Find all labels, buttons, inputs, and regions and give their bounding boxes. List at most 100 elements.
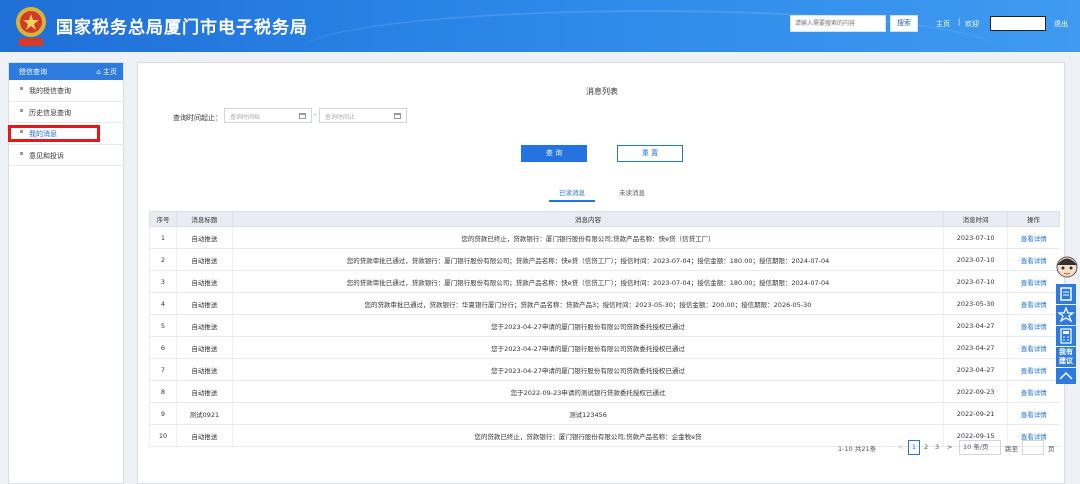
cell-time: 2023-04-27	[943, 336, 1008, 359]
red-highlight-box	[8, 125, 100, 142]
pagination-summary: 1-10 共21条	[838, 445, 877, 453]
page-size-value: 10 条/页	[963, 443, 989, 451]
calendar-icon	[299, 113, 306, 119]
sidebar-header: 授信查询 ⌂ 主页	[9, 63, 123, 80]
cell-title: 自动推送	[175, 292, 233, 315]
page-1-button[interactable]: 1	[908, 440, 920, 455]
tax-emblem-icon	[16, 7, 46, 46]
message-table: 序号 消息标题 消息内容 消息时间 操作 1 自动推送 您的贷款已终止，贷款银行：厦…	[149, 211, 1060, 447]
table-header-row: 序号 消息标题 消息内容 消息时间 操作	[149, 211, 1060, 227]
query-button[interactable]: 查 询	[521, 145, 587, 162]
sidebar-item-history[interactable]: 历史信息查询	[9, 102, 123, 123]
view-details-link[interactable]: 查看详情	[1007, 336, 1060, 359]
sidebar-item-feedback[interactable]: 意见和投诉	[9, 145, 123, 166]
top-header: 国家税务总局厦门市电子税务局 搜索 主页 | 欢迎 退出	[0, 0, 1080, 52]
cell-title: 自动推送	[175, 336, 233, 359]
cell-content: 您于2023-04-27申请的厦门银行股份有限公司贷款委托授权已通过	[231, 336, 944, 359]
prev-page-button[interactable]: <	[898, 443, 903, 451]
view-details-link[interactable]: 查看详情	[1007, 292, 1060, 315]
scroll-top-icon[interactable]	[1056, 368, 1076, 384]
view-details-link[interactable]: 查看详情	[1007, 314, 1060, 337]
cell-content: 您于2023-04-27申请的厦门银行股份有限公司贷款委托授权已通过	[231, 358, 944, 381]
tab-unread-messages[interactable]: 未读消息	[619, 187, 645, 197]
cell-no: 6	[149, 336, 177, 359]
cell-content: 您的贷款已终止，贷款银行：厦门银行股份有限公司;贷款产品名称：企金税e贷	[231, 424, 944, 447]
cell-title: 自动推送	[175, 270, 233, 293]
page-size-select[interactable]: 10 条/页	[959, 440, 1001, 455]
bullet-icon	[20, 87, 23, 90]
cell-no: 4	[149, 292, 177, 315]
sidebar-item-label: 意见和投诉	[29, 151, 64, 160]
col-header-content: 消息内容	[231, 211, 945, 227]
view-details-link[interactable]: 查看详情	[1007, 248, 1060, 271]
calendar-icon	[394, 113, 401, 119]
star-icon[interactable]	[1056, 305, 1076, 325]
table-row: 4 自动推送 您的贷款审批已通过，贷款银行：华夏银行厦门分行；贷款产品名称：贷款产品…	[149, 292, 1060, 315]
home-link[interactable]: 主页	[936, 19, 950, 29]
date-separator: -	[314, 111, 317, 119]
document-icon[interactable]	[1056, 284, 1076, 304]
customer-service-icon[interactable]	[1054, 254, 1080, 282]
table-row: 1 自动推送 您的贷款已终止，贷款银行：厦门银行股份有限公司;贷款产品名称：快e贷（…	[149, 226, 1060, 249]
view-details-link[interactable]: 查看详情	[1007, 380, 1060, 403]
username-redacted	[990, 16, 1046, 31]
cell-no: 8	[149, 380, 177, 403]
table-row: 7 自动推送 您于2023-04-27申请的厦门银行股份有限公司贷款委托授权已通过 2…	[149, 358, 1060, 381]
end-date-input[interactable]: 查询时间止	[319, 108, 407, 123]
cell-content: 您的贷款审批已通过，贷款银行：厦门银行股份有限公司；贷款产品名称：快e贷（信贷工…	[231, 270, 944, 293]
col-header-title: 消息标题	[175, 211, 233, 227]
search-button[interactable]: 搜索	[890, 15, 918, 32]
cell-time: 2023-05-30	[943, 292, 1008, 315]
view-details-link[interactable]: 查看详情	[1007, 402, 1060, 425]
sidebar-home-link[interactable]: ⌂ 主页	[96, 67, 117, 77]
col-header-no: 序号	[149, 211, 177, 227]
sidebar-header-title: 授信查询	[19, 68, 47, 76]
table-row: 9 测试0921 测试123456 2022-09-21 查看详情	[149, 402, 1060, 425]
cell-title: 自动推送	[175, 424, 233, 447]
view-details-link[interactable]: 查看详情	[1007, 226, 1060, 249]
goto-suffix: 页	[1048, 445, 1055, 453]
view-details-link[interactable]: 查看详情	[1007, 270, 1060, 293]
cell-time: 2023-07-10	[943, 248, 1008, 271]
tab-read-messages[interactable]: 已读消息	[559, 187, 585, 197]
logout-link[interactable]: 退出	[1054, 19, 1068, 29]
cell-content: 测试123456	[231, 402, 944, 425]
suggest-button[interactable]: 我有建议	[1056, 347, 1076, 367]
table-row: 5 自动推送 您于2023-04-27申请的厦门银行股份有限公司贷款委托授权已通过 2…	[149, 314, 1060, 337]
active-tab-underline	[549, 200, 595, 202]
message-list-panel: 消息列表 查询时间起止： 查询时间始 - 查询时间止 查 询 重 置 已读消息 …	[137, 62, 1065, 484]
cell-time: 2023-04-27	[943, 358, 1008, 381]
table-row: 2 自动推送 您的贷款审批已通过，贷款银行：厦门银行股份有限公司；贷款产品名称：快e…	[149, 248, 1060, 271]
cell-title: 自动推送	[175, 226, 233, 249]
cell-no: 3	[149, 270, 177, 293]
view-details-link[interactable]: 查看详情	[1007, 358, 1060, 381]
reset-button[interactable]: 重 置	[617, 145, 683, 162]
table-row: 6 自动推送 您于2023-04-27申请的厦门银行股份有限公司贷款委托授权已通过 2…	[149, 336, 1060, 359]
cell-title: 测试0921	[175, 402, 233, 425]
cell-title: 自动推送	[175, 248, 233, 271]
goto-label: 跳至	[1005, 445, 1018, 453]
cell-no: 2	[149, 248, 177, 271]
cell-no: 10	[149, 424, 177, 447]
calculator-icon[interactable]	[1056, 326, 1076, 346]
sidebar-item-my-credit[interactable]: 我的授信查询	[9, 80, 123, 102]
cell-time: 2023-07-10	[943, 270, 1008, 293]
col-header-time: 消息时间	[943, 211, 1009, 227]
cell-content: 您的贷款已终止，贷款银行：厦门银行股份有限公司;贷款产品名称：快e贷（信贷工厂）	[231, 226, 944, 249]
bullet-icon	[20, 151, 23, 155]
cell-no: 9	[149, 402, 177, 425]
search-input[interactable]	[790, 15, 886, 32]
goto-page-input[interactable]	[1022, 440, 1044, 455]
next-page-button[interactable]: >	[947, 443, 952, 451]
query-time-label: 查询时间起止：	[173, 114, 222, 122]
page-title: 消息列表	[586, 87, 618, 96]
cell-time: 2023-07-10	[943, 226, 1008, 249]
cell-title: 自动推送	[175, 380, 233, 403]
start-date-placeholder: 查询时间始	[230, 114, 261, 121]
cell-no: 5	[149, 314, 177, 337]
end-date-placeholder: 查询时间止	[325, 114, 356, 121]
page-2-button[interactable]: 2	[924, 443, 928, 451]
start-date-input[interactable]: 查询时间始	[224, 108, 312, 123]
cell-content: 您于2022-09-23申请的测试银行贷款委托授权已通过	[231, 380, 944, 403]
page-3-button[interactable]: 3	[935, 443, 939, 451]
